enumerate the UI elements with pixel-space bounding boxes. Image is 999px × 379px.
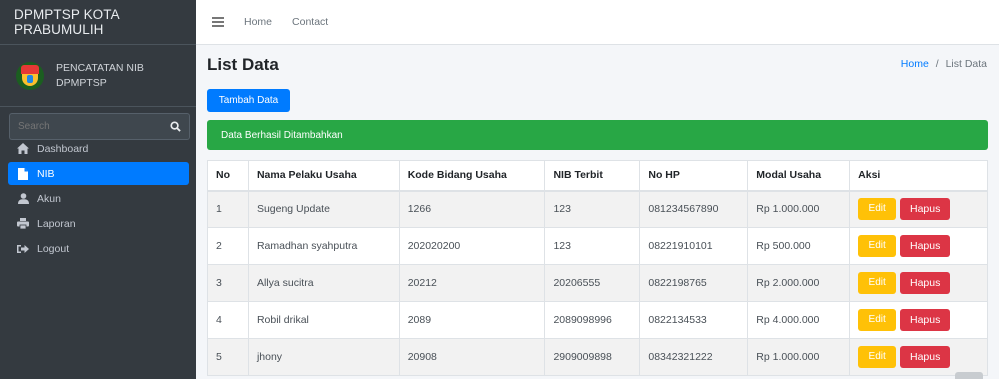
cell-nib: 123 [544, 227, 641, 265]
page-title: List Data [207, 55, 279, 74]
sidebar: DPMPTSP KOTA PRABUMULIH PENCATATAN NIB D… [0, 0, 196, 379]
file-icon [17, 167, 29, 180]
scroll-to-top-button[interactable] [955, 372, 983, 379]
delete-button[interactable]: Hapus [900, 309, 951, 331]
logout-icon [17, 243, 29, 255]
search-button[interactable] [162, 113, 190, 140]
edit-button[interactable]: Edit [858, 198, 897, 221]
sidebar-item-nib[interactable]: NIB [8, 162, 189, 185]
sidebar-item-dashboard[interactable]: Dashboard [8, 137, 189, 160]
edit-button[interactable]: Edit [858, 235, 897, 257]
column-header-aksi: Aksi [849, 160, 988, 192]
table-row: 5 jhony 20908 2909009898 08342321222 Rp … [207, 338, 988, 376]
cell-kode: 1266 [398, 190, 546, 228]
cell-modal: Rp 1.000.000 [747, 190, 851, 228]
cell-nib: 20206555 [544, 264, 641, 302]
cell-nama: Robil drikal [247, 301, 400, 339]
cell-aksi: Edit Hapus [849, 264, 988, 302]
success-alert: Data Berhasil Ditambahkan [207, 120, 988, 150]
delete-button[interactable]: Hapus [900, 235, 951, 257]
cell-modal: Rp 500.000 [747, 227, 851, 265]
sidebar-item-label: Logout [37, 242, 70, 255]
delete-button[interactable]: Hapus [900, 346, 951, 368]
cell-no: 1 [207, 190, 249, 228]
search-input[interactable] [9, 113, 162, 140]
user-line-1: PENCATATAN NIB [56, 61, 144, 74]
nav-link-contact[interactable]: Contact [292, 16, 328, 28]
sidebar-item-label: Akun [37, 192, 61, 205]
data-table: No Nama Pelaku Usaha Kode Bidang Usaha N… [207, 160, 988, 376]
cell-aksi: Edit Hapus [849, 338, 988, 376]
sidebar-item-label: NIB [37, 167, 55, 180]
sidebar-item-akun[interactable]: Akun [8, 187, 189, 210]
table-row: 2 Ramadhan syahputra 202020200 123 08221… [207, 227, 988, 265]
cell-hp: 0822134533 [639, 301, 749, 339]
breadcrumb-home[interactable]: Home [901, 58, 929, 70]
edit-button[interactable]: Edit [858, 309, 897, 331]
breadcrumb-current: List Data [945, 58, 987, 70]
cell-nib: 2089098996 [544, 301, 641, 339]
agency-logo [16, 61, 44, 90]
cell-kode: 2089 [398, 301, 546, 339]
sidebar-item-laporan[interactable]: Laporan [8, 212, 189, 235]
breadcrumb: Home / List Data [901, 58, 987, 70]
cell-no: 3 [207, 264, 249, 302]
cell-kode: 20212 [398, 264, 546, 302]
sidebar-item-logout[interactable]: Logout [8, 237, 189, 260]
sidebar-nav: Dashboard NIB Akun Laporan Logout [8, 137, 189, 262]
table-row: 4 Robil drikal 2089 2089098996 082213453… [207, 301, 988, 339]
breadcrumb-separator: / [935, 58, 939, 70]
edit-button[interactable]: Edit [858, 346, 897, 368]
table-header-row: No Nama Pelaku Usaha Kode Bidang Usaha N… [207, 160, 988, 192]
cell-modal: Rp 4.000.000 [747, 301, 851, 339]
cell-nama: Sugeng Update [247, 190, 400, 228]
brand-link[interactable]: DPMPTSP KOTA PRABUMULIH [0, 0, 196, 45]
cell-aksi: Edit Hapus [849, 190, 988, 228]
cell-no: 5 [207, 338, 249, 376]
search-icon [170, 121, 181, 132]
sidebar-item-label: Laporan [37, 217, 76, 230]
cell-aksi: Edit Hapus [849, 227, 988, 265]
cell-nib: 123 [544, 190, 641, 228]
cell-hp: 081234567890 [639, 190, 749, 228]
brand-text: DPMPTSP KOTA PRABUMULIH [14, 7, 119, 37]
cell-hp: 08342321222 [639, 338, 749, 376]
cell-nama: Ramadhan syahputra [247, 227, 400, 265]
column-header-nib: NIB Terbit [544, 160, 641, 192]
home-icon [17, 143, 29, 155]
cell-hp: 0822198765 [639, 264, 749, 302]
column-header-no: No [207, 160, 249, 192]
cell-no: 2 [207, 227, 249, 265]
column-header-modal: Modal Usaha [747, 160, 851, 192]
cell-kode: 202020200 [398, 227, 546, 265]
delete-button[interactable]: Hapus [900, 272, 951, 294]
cell-nib: 2909009898 [544, 338, 641, 376]
column-header-hp: No HP [639, 160, 749, 192]
top-navbar: Home Contact [196, 0, 999, 45]
user-panel-text[interactable]: PENCATATAN NIB DPMPTSP [56, 61, 144, 91]
sidebar-item-label: Dashboard [37, 142, 89, 155]
delete-button[interactable]: Hapus [900, 198, 951, 221]
edit-button[interactable]: Edit [858, 272, 897, 294]
user-line-2: DPMPTSP [56, 76, 107, 89]
menu-toggle-icon[interactable] [212, 17, 224, 27]
nav-link-home[interactable]: Home [244, 16, 272, 28]
user-panel: PENCATATAN NIB DPMPTSP [0, 45, 196, 107]
add-data-button[interactable]: Tambah Data [207, 89, 290, 112]
cell-no: 4 [207, 301, 249, 339]
cell-hp: 08221910101 [639, 227, 749, 265]
cell-modal: Rp 1.000.000 [747, 338, 851, 376]
cell-aksi: Edit Hapus [849, 301, 988, 339]
column-header-kode: Kode Bidang Usaha [398, 160, 546, 192]
table-row: 1 Sugeng Update 1266 123 081234567890 Rp… [207, 190, 988, 228]
cell-modal: Rp 2.000.000 [747, 264, 851, 302]
user-icon [17, 193, 29, 205]
sidebar-search [9, 113, 190, 140]
table-row: 3 Allya sucitra 20212 20206555 082219876… [207, 264, 988, 302]
print-icon [17, 218, 29, 230]
cell-nama: Allya sucitra [247, 264, 400, 302]
cell-kode: 20908 [398, 338, 546, 376]
cell-nama: jhony [247, 338, 400, 376]
column-header-nama: Nama Pelaku Usaha [247, 160, 400, 192]
